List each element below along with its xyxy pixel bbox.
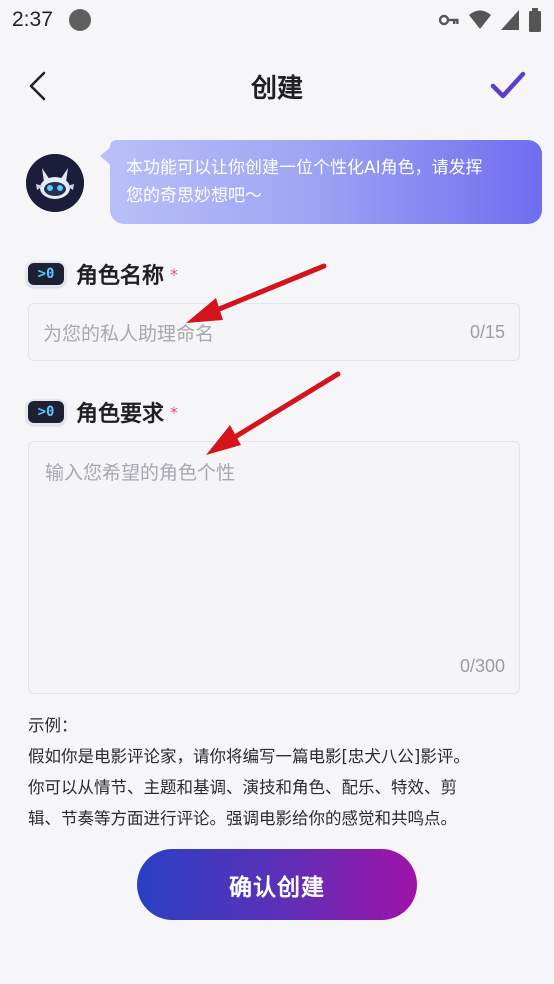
- example-line-2: 你可以从情节、主题和基调、演技和角色、配乐、特效、剪: [28, 778, 457, 797]
- confirm-check-button[interactable]: [488, 66, 528, 106]
- example-text: 示例： 假如你是电影评论家，请你将编写一篇电影[忠犬八公]影评。 你可以从情节、…: [28, 710, 528, 834]
- example-heading: 示例：: [28, 716, 78, 735]
- status-bar: 2:37: [0, 0, 554, 40]
- robot-avatar-icon: [26, 154, 84, 212]
- role-requirement-placeholder: 输入您希望的角色个性: [45, 462, 236, 484]
- role-name-input[interactable]: 为您的私人助理命名 0/15: [28, 303, 520, 361]
- wifi-icon: [469, 10, 491, 29]
- battery-icon: [529, 8, 541, 32]
- intro-line-2: 您的奇思妙想吧～: [126, 186, 262, 206]
- confirm-create-button[interactable]: 确认创建: [137, 849, 417, 920]
- role-name-placeholder: 为您的私人助理命名: [43, 322, 215, 345]
- assistant-avatar: [26, 154, 84, 212]
- terminal-icon: >0: [26, 399, 66, 425]
- terminal-icon: >0: [26, 261, 66, 287]
- name-section-label: >0 角色名称 *: [26, 258, 178, 290]
- status-icons: [438, 8, 542, 32]
- intro-bubble: 本功能可以让你创建一位个性化AI角色，请发挥 您的奇思妙想吧～: [110, 140, 542, 224]
- requirement-label: 角色要求: [76, 402, 165, 427]
- required-mark: *: [170, 402, 179, 422]
- role-name-counter: 0/15: [469, 321, 505, 342]
- status-time: 2:37: [12, 8, 53, 31]
- top-bar: 创建: [0, 58, 554, 112]
- check-icon: [490, 71, 526, 99]
- notification-dot-icon: [68, 9, 91, 31]
- intro-line-1: 本功能可以让你创建一位个性化AI角色，请发挥: [126, 158, 483, 178]
- key-icon: [438, 14, 459, 26]
- example-line-3: 辑、节奏等方面进行评论。强调电影给你的感觉和共鸣点。: [28, 809, 457, 828]
- role-requirement-counter: 0/300: [459, 656, 505, 676]
- signal-icon: [501, 10, 519, 30]
- name-label: 角色名称: [76, 264, 165, 289]
- requirement-section-label: >0 角色要求 *: [26, 396, 178, 428]
- example-line-1: 假如你是电影评论家，请你将编写一篇电影[忠犬八公]影评。: [28, 747, 470, 766]
- page-title: 创建: [250, 74, 303, 104]
- required-mark: *: [170, 264, 179, 284]
- role-requirement-textarea[interactable]: 输入您希望的角色个性 0/300: [28, 441, 520, 694]
